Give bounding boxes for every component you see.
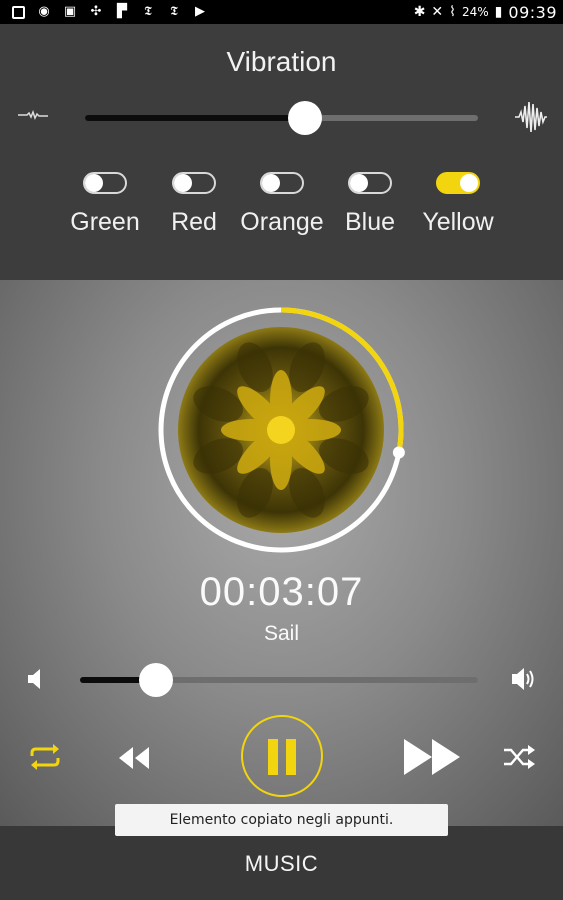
switch-knob: [85, 174, 103, 192]
switch-knob: [350, 174, 368, 192]
vibration-slider-thumb[interactable]: [288, 101, 323, 135]
toggle-green: Green: [55, 172, 155, 252]
toggle-label-blue: Blue: [344, 208, 396, 236]
vibration-slider[interactable]: [85, 101, 478, 135]
toggle-blue: Blue: [320, 172, 420, 252]
toggle-yellow: Yellow: [408, 172, 508, 252]
image-icon: [10, 4, 26, 20]
toggle-red: Red: [144, 172, 244, 252]
volume-high-icon: [512, 668, 534, 690]
nytimes-icon: 𝕿: [144, 4, 152, 19]
rewind-icon: [119, 747, 149, 769]
volume-slider-thumb[interactable]: [138, 663, 173, 697]
pause-icon: [286, 739, 296, 775]
toggle-orange: Orange: [232, 172, 332, 252]
signal-icon: ⌇: [449, 4, 456, 20]
repeat-button[interactable]: [26, 742, 64, 772]
photo-icon: ▣: [63, 4, 77, 19]
red-switch[interactable]: [172, 172, 216, 194]
bottom-bar: MUSIC: [0, 826, 563, 900]
pause-button[interactable]: [241, 715, 323, 797]
fast-forward-icon: [404, 739, 460, 775]
elapsed-time: 00:03:07: [199, 570, 364, 614]
status-bar: ◉ ▣ ✣ ▛ 𝕿 𝕿 ▶ ✱ ✕ ⌇ 24% ▮ 09:39: [0, 0, 563, 24]
fast-forward-button[interactable]: [402, 737, 464, 777]
volume-slider[interactable]: [80, 663, 478, 697]
battery-percent: 24%: [462, 5, 489, 19]
pause-icon: [268, 739, 278, 775]
toggle-label-red: Red: [171, 208, 217, 236]
volume-low-icon: [28, 669, 40, 689]
play-store-icon: ▶: [195, 4, 205, 19]
orange-switch[interactable]: [260, 172, 304, 194]
player-area: 00:03:07 Sail: [0, 280, 563, 826]
nytimes-icon: 𝕿: [170, 4, 178, 19]
switch-knob: [174, 174, 192, 192]
bluetooth-icon: ✱: [413, 4, 426, 20]
progress-handle[interactable]: [392, 446, 405, 459]
high-vibration-icon: [515, 101, 547, 133]
mute-icon: ✕: [431, 4, 444, 20]
vibration-title: Vibration: [226, 46, 337, 77]
song-title: Sail: [263, 622, 300, 645]
album-art: [178, 327, 384, 533]
rewind-button[interactable]: [116, 745, 152, 771]
chrome-icon: ◉: [38, 4, 50, 19]
switch-knob: [262, 174, 280, 192]
green-switch[interactable]: [83, 172, 127, 194]
vibration-panel: Vibration Green Red Orange Blue Yellow: [0, 24, 563, 280]
toggle-label-orange: Orange: [240, 208, 324, 236]
clock: 09:39: [508, 2, 557, 22]
shuffle-button[interactable]: [502, 744, 536, 770]
vibration-slider-fill: [85, 115, 306, 121]
pinwheel-icon: ✣: [90, 4, 102, 19]
toggle-label-green: Green: [70, 208, 140, 236]
yellow-switch[interactable]: [436, 172, 480, 194]
toast-message: Elemento copiato negli appunti.: [115, 804, 448, 836]
low-vibration-icon: [18, 109, 48, 120]
shuffle-icon: [504, 748, 529, 766]
toggle-label-yellow: Yellow: [422, 208, 494, 236]
blue-switch[interactable]: [348, 172, 392, 194]
status-bar-right: ✱ ✕ ⌇ 24% ▮ 09:39: [414, 0, 557, 24]
battery-icon: ▮: [494, 4, 503, 20]
flipboard-icon: ▛: [117, 4, 127, 19]
bottom-bar-title[interactable]: MUSIC: [0, 851, 563, 877]
switch-knob: [460, 174, 478, 192]
album-disc: [158, 307, 405, 553]
